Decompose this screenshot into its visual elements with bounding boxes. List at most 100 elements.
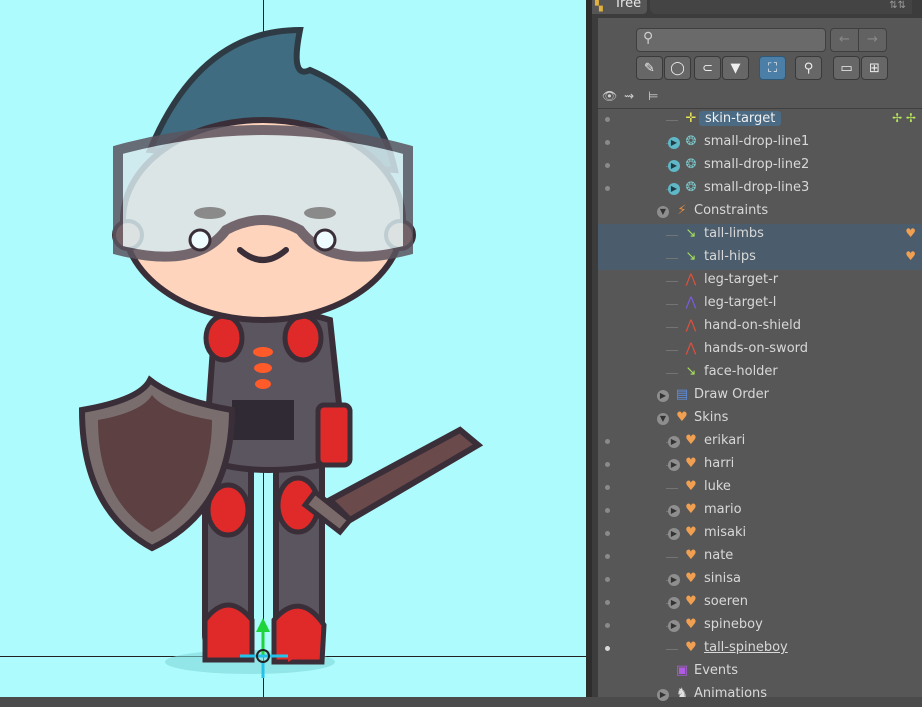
tree-row-constraints[interactable]: ▼ ⚡ Constraints <box>598 201 922 224</box>
visibility-dot[interactable] <box>605 600 610 605</box>
tree-row-soeren[interactable]: ▶ ♥ soeren <box>598 592 922 615</box>
tree-row-label: Skins <box>694 410 729 425</box>
row-tag-icon[interactable]: ✢ ✢ <box>892 111 916 125</box>
visibility-dot[interactable] <box>605 623 610 628</box>
visibility-dot[interactable] <box>605 531 610 536</box>
tree-row-luke[interactable]: ♥ luke <box>598 477 922 500</box>
nav-back-button[interactable]: ← <box>830 28 859 52</box>
tree-body: ⚲ ← → ✎ ◯ ⊂ ▼ ⛶ ⚲ ▭ ⊞ 👁 ⇝ ⊨ ✛ skin-target ✢ ✢ ▶ ❂ sm… <box>598 18 922 701</box>
circle-filter-button[interactable]: ◯ <box>664 56 691 80</box>
tree-row-face-holder[interactable]: ↘ face-holder <box>598 362 922 385</box>
tree-row-tall-spineboy[interactable]: ♥ tall-spineboy <box>598 638 922 661</box>
tree-connector <box>666 258 678 259</box>
visibility-dot[interactable] <box>605 163 610 168</box>
nav-forward-button[interactable]: → <box>858 28 887 52</box>
funnel-filter-button[interactable]: ▼ <box>722 56 749 80</box>
tree-row-mario[interactable]: ▶ ♥ mario <box>598 500 922 523</box>
visibility-column-icon[interactable]: 👁 <box>602 89 617 103</box>
expand-arrow-icon[interactable]: ▶ <box>668 528 680 540</box>
tree-row-label: skin-target <box>699 111 782 126</box>
tree-row-hand-on-shield[interactable]: ⋀ hand-on-shield <box>598 316 922 339</box>
spineboy-character[interactable] <box>0 0 586 697</box>
visibility-dot[interactable] <box>605 508 610 513</box>
tree-row-sinisa[interactable]: ▶ ♥ sinisa <box>598 569 922 592</box>
expand-arrow-icon[interactable]: ▶ <box>668 505 680 517</box>
visibility-dot[interactable] <box>605 439 610 444</box>
collapse-arrow-icon[interactable]: ▼ <box>657 206 669 218</box>
row-tag-icon[interactable]: ♥ <box>905 226 916 240</box>
tree-row-misaki[interactable]: ▶ ♥ misaki <box>598 523 922 546</box>
panel-header-bar: ⇅⇅ <box>650 0 912 14</box>
ik-constraint-icon: ⋀ <box>685 318 697 333</box>
tree-row-hands-on-sword[interactable]: ⋀ hands-on-sword <box>598 339 922 362</box>
head[interactable] <box>112 26 416 323</box>
tree-row-leg-target-l[interactable]: ⋀ leg-target-l <box>598 293 922 316</box>
collapse-filter-button[interactable]: ▭ <box>833 56 860 80</box>
tree-panel: ▚ Tree ⇅⇅ ⚲ ← → ✎ ◯ ⊂ ▼ ⛶ ⚲ ▭ ⊞ 👁 ⇝ ⊨ ✛ skin-tar… <box>592 0 922 701</box>
viewport[interactable] <box>0 0 586 697</box>
visibility-dot[interactable] <box>605 485 610 490</box>
expand-arrow-icon[interactable]: ▶ <box>657 689 669 701</box>
tree-connector <box>666 350 678 351</box>
expand-arrow-icon[interactable]: ▶ <box>668 436 680 448</box>
expand-arrow-icon[interactable]: ▶ <box>668 160 680 172</box>
tree-row-tall-hips[interactable]: ↘ tall-hips ♥ <box>598 247 922 270</box>
paperclip-filter-button[interactable]: ⊂ <box>694 56 721 80</box>
tree-row-animations[interactable]: ▶ ♞ Animations <box>598 684 922 707</box>
visibility-dot[interactable] <box>605 186 610 191</box>
tree-tab[interactable]: ▚ Tree <box>592 0 647 14</box>
tree-row-label: harri <box>704 456 735 471</box>
expand-arrow-icon[interactable]: ▶ <box>668 574 680 586</box>
collapse-arrow-icon[interactable]: ▼ <box>657 413 669 425</box>
expand-arrow-icon[interactable]: ▶ <box>668 459 680 471</box>
skin-icon: ♥ <box>685 502 697 517</box>
tree-column-header: 👁 ⇝ ⊨ <box>598 86 922 109</box>
expand-arrow-icon[interactable]: ▶ <box>657 390 669 402</box>
expand-filter-button[interactable]: ⊞ <box>861 56 888 80</box>
skin-icon: ♥ <box>685 617 697 632</box>
tree-row-skins[interactable]: ▼ ♥ Skins <box>598 408 922 431</box>
tree-row-small-drop-line3[interactable]: ▶ ❂ small-drop-line3 <box>598 178 922 201</box>
panel-options-icon[interactable]: ⇅⇅ <box>889 0 906 11</box>
search-input[interactable]: ⚲ <box>636 28 826 52</box>
tree-row-spineboy[interactable]: ▶ ♥ spineboy <box>598 615 922 638</box>
tree-row-nate[interactable]: ♥ nate <box>598 546 922 569</box>
expand-arrow-icon[interactable]: ▶ <box>668 597 680 609</box>
visibility-dot[interactable] <box>605 554 610 559</box>
visibility-dot[interactable] <box>605 577 610 582</box>
tree-row-label: tall-spineboy <box>704 640 788 655</box>
frame-select-filter-button[interactable]: ⛶ <box>759 56 786 80</box>
tree-row-skin-target[interactable]: ✛ skin-target ✢ ✢ <box>598 109 922 132</box>
tree-row-small-drop-line2[interactable]: ▶ ❂ small-drop-line2 <box>598 155 922 178</box>
visibility-dot[interactable] <box>605 117 610 122</box>
tree-row-events[interactable]: ▣ Events <box>598 661 922 684</box>
frame-select-icon: ⛶ <box>767 61 778 76</box>
expand-arrow-icon[interactable]: ▶ <box>668 620 680 632</box>
skin-icon: ♥ <box>685 456 697 471</box>
visibility-dot[interactable] <box>605 646 610 651</box>
tree-row-harri[interactable]: ▶ ♥ harri <box>598 454 922 477</box>
expand-arrow-icon[interactable]: ▶ <box>668 183 680 195</box>
tree-connector <box>666 235 678 236</box>
visibility-dot[interactable] <box>605 140 610 145</box>
tree-column-icon[interactable]: ⊨ <box>648 89 658 103</box>
tree-row-leg-target-r[interactable]: ⋀ leg-target-r <box>598 270 922 293</box>
brush-filter-button[interactable]: ✎ <box>636 56 663 80</box>
skin-icon: ♥ <box>685 548 697 563</box>
keys-column-icon[interactable]: ⇝ <box>624 89 634 103</box>
ik-constraint-icon: ⋀ <box>685 295 697 310</box>
visibility-dot[interactable] <box>605 462 610 467</box>
tree-row-tall-limbs[interactable]: ↘ tall-limbs ♥ <box>598 224 922 247</box>
tree-row-draw-order[interactable]: ▶ ▤ Draw Order <box>598 385 922 408</box>
tree-row-erikari[interactable]: ▶ ♥ erikari <box>598 431 922 454</box>
row-tag-icon[interactable]: ♥ <box>905 249 916 263</box>
tree-row-label: hands-on-sword <box>704 341 809 356</box>
tree-row-label: tall-hips <box>704 249 756 264</box>
tree-row-label: Constraints <box>694 203 769 218</box>
pin-filter-button[interactable]: ⚲ <box>795 56 822 80</box>
expand-arrow-icon[interactable]: ▶ <box>668 137 680 149</box>
skin-icon: ♥ <box>685 433 697 448</box>
ik-constraint-icon: ⋀ <box>685 341 697 356</box>
tree-row-small-drop-line1[interactable]: ▶ ❂ small-drop-line1 <box>598 132 922 155</box>
chain-icon: ❂ <box>685 157 697 172</box>
